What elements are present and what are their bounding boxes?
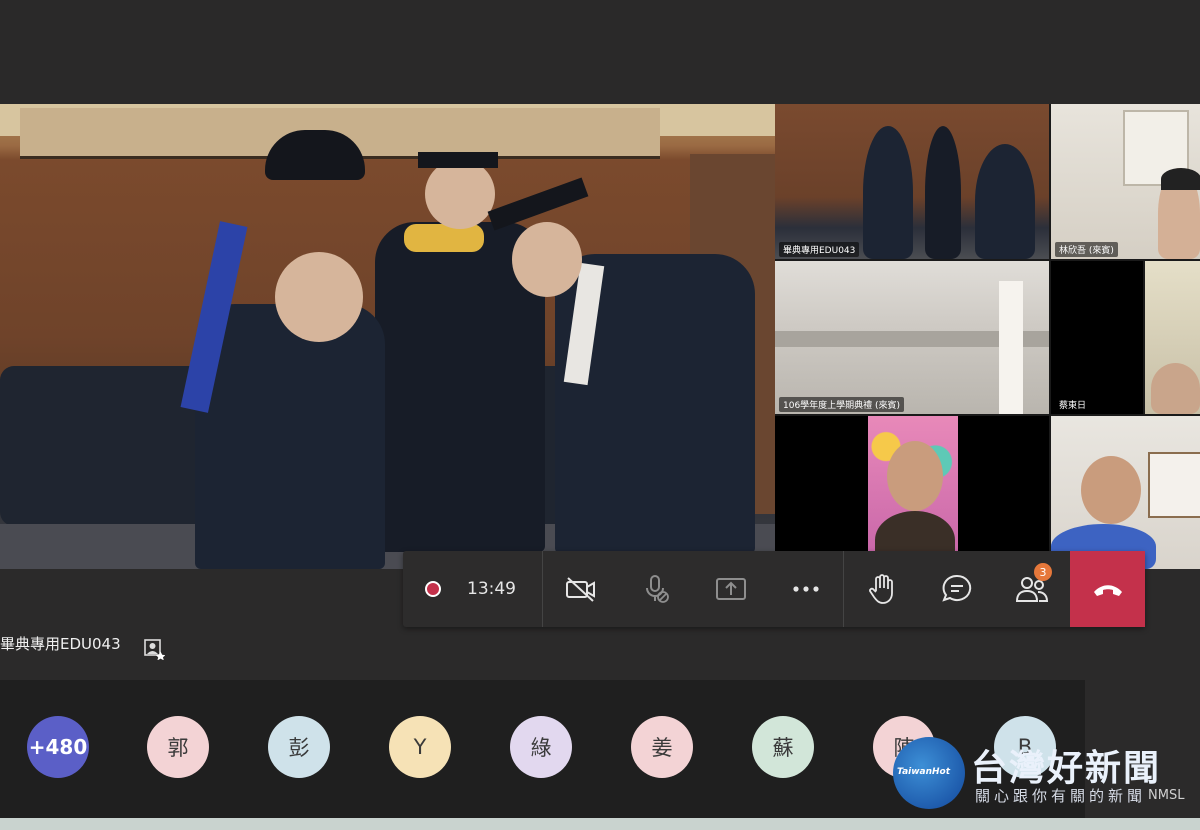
watermark-code: NMSL [1148,788,1185,803]
camera-button[interactable] [543,551,618,627]
main-video-feed[interactable] [0,104,775,569]
presenter-name: 畢典專用EDU043 [0,635,121,653]
participant-grid: 畢典專用EDU043 林欣吾 (來賓) 106學年度上學期典禮 (來賓) 蔡東日 [775,104,1200,569]
participant-tile[interactable]: 蔡東日 [1051,261,1143,414]
tile-name: 畢典專用EDU043 [779,242,860,257]
participant-avatar[interactable]: 彭 [268,716,330,778]
figure [975,144,1035,259]
avatar-label: 姜 [651,736,673,760]
chat-button[interactable] [919,551,994,627]
hang-up-button[interactable] [1070,551,1145,627]
head-center [425,159,495,229]
face [1081,456,1141,524]
figure [863,126,913,259]
taiwanhot-logo-icon: TaiwanHot [893,737,965,809]
avatar-label: 蘇 [772,736,794,760]
participants-button[interactable]: 3 [994,551,1069,627]
top-bar [0,0,1200,104]
meeting-controls: 13:49 3 [403,551,1145,627]
participant-avatar[interactable]: 綠 [510,716,572,778]
face [887,441,943,511]
avatar-label: Y [413,735,427,759]
raise-hand-button[interactable] [844,551,919,627]
mic-off-icon [645,575,669,603]
tile-name: 林欣吾 (來賓) [1055,242,1118,257]
meeting-timer: 13:49 [467,579,516,599]
participant-avatar[interactable]: Y [389,716,451,778]
pin-person-icon[interactable] [143,638,165,660]
participant-tile[interactable] [775,416,1049,569]
camera-off-icon [565,577,595,602]
participant-avatar[interactable]: 郭 [147,716,209,778]
figure-left [195,304,385,569]
tile-name: 106學年度上學期典禮 (來賓) [779,397,905,412]
more-participants-avatar[interactable]: +480 [27,716,89,778]
participant-tile[interactable] [1145,261,1200,414]
participants-count-badge: 3 [1034,563,1052,581]
person [1151,363,1200,414]
watermark-title: 台灣好新聞 [971,748,1162,789]
hair [1161,168,1200,190]
participant-tile[interactable]: 林欣吾 (來賓) [1051,104,1200,259]
figure [925,126,961,259]
head-left [275,252,363,342]
participant-tile[interactable]: 畢典專用EDU043 [775,104,1049,259]
raise-hand-icon [868,574,893,604]
more-horizontal-icon [792,586,819,592]
avatar-label: +480 [28,735,88,759]
head-right [512,222,582,297]
hang-up-icon [1093,585,1122,596]
participant-tile[interactable] [1051,416,1200,569]
avatar-label: 彭 [288,736,310,760]
gold-hood [404,224,484,252]
chat-icon [941,574,971,602]
participant-avatar[interactable]: 蘇 [752,716,814,778]
light-strip [999,281,1023,414]
avatar-label: 郭 [167,736,189,760]
participant-tile[interactable]: 106學年度上學期典禮 (來賓) [775,261,1049,414]
wall-frame [1148,452,1200,518]
share-screen-button[interactable] [693,551,768,627]
participant-avatar[interactable]: 姜 [631,716,693,778]
logo-text: TaiwanHot [897,767,951,777]
record-dot-icon [425,581,441,597]
microphone-button[interactable] [618,551,693,627]
cap-center [418,152,498,168]
avatar-label: 綠 [530,736,552,760]
taskbar [0,818,1200,830]
more-options-button[interactable] [768,551,844,627]
tile-name: 蔡東日 [1055,397,1091,412]
watermark-subtitle: 關心跟你有關的新聞 [975,787,1147,805]
share-screen-icon [715,578,746,600]
recording-indicator: 13:49 [403,551,543,627]
